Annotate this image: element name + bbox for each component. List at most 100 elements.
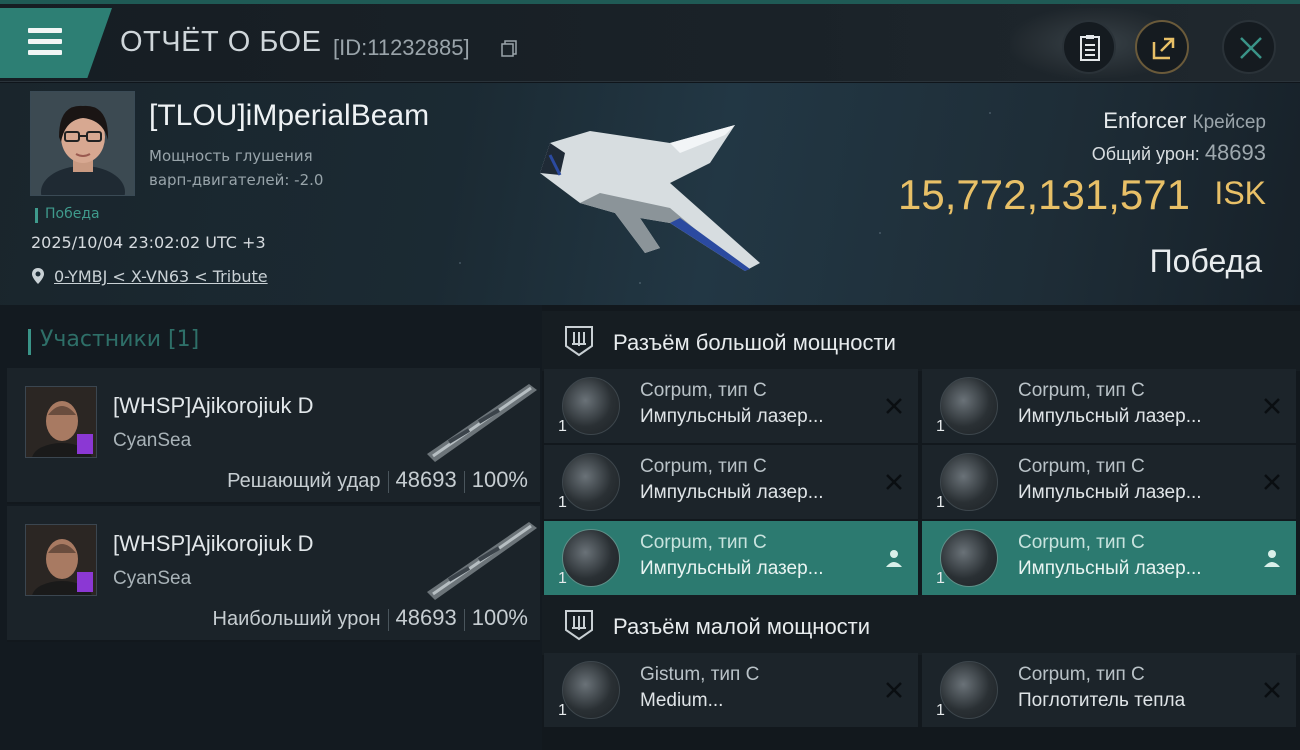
victim-stat-line1: Мощность глушения xyxy=(149,147,313,165)
module-slot[interactable]: 1 Corpum, тип C Импульсный лазер... xyxy=(544,521,918,595)
report-id: [ID:11232885] xyxy=(333,35,470,60)
stat-divider xyxy=(463,608,465,631)
module-icon xyxy=(562,529,620,587)
module-quantity: 1 xyxy=(936,418,945,435)
participant-row[interactable]: [WHSP]Ajikorojiuk D CyanSea Наибольший у… xyxy=(7,506,540,642)
module-name: Corpum, тип C xyxy=(1018,456,1145,477)
module-type: Medium... xyxy=(640,690,724,711)
status-bar xyxy=(35,208,38,223)
high-slot-header: Разъём большой мощности xyxy=(542,311,1300,371)
module-type: Импульсный лазер... xyxy=(640,482,824,503)
module-quantity: 1 xyxy=(558,494,567,511)
module-type: Импульсный лазер... xyxy=(640,406,824,427)
stat-divider xyxy=(387,470,389,493)
module-icon xyxy=(940,529,998,587)
module-quantity: 1 xyxy=(558,570,567,587)
module-slot[interactable]: 1 Corpum, тип C Импульсный лазер... xyxy=(544,369,918,443)
module-icon xyxy=(940,453,998,511)
module-icon xyxy=(562,377,620,435)
hamburger-icon xyxy=(28,28,62,33)
module-slot[interactable]: 1 Corpum, тип C Импульсный лазер... xyxy=(922,521,1296,595)
low-slot-icon xyxy=(565,610,593,641)
module-type: Импульсный лазер... xyxy=(1018,558,1202,579)
ship-name: Enforcer xyxy=(1103,108,1187,133)
participant-row[interactable]: [WHSP]Ajikorojiuk D CyanSea Решающий уда… xyxy=(7,368,540,504)
participant-damage: 48693 xyxy=(395,467,457,492)
module-name: Corpum, тип C xyxy=(1018,664,1145,685)
high-slot-title: Разъём большой мощности xyxy=(613,330,896,355)
ship-image xyxy=(540,125,760,271)
stat-divider xyxy=(463,470,465,493)
victim-banner: [TLOU]iMperialBeam Мощность глушения вар… xyxy=(0,83,1300,305)
location-pin-icon xyxy=(32,268,44,284)
status-badge: Победа xyxy=(33,206,100,223)
weapon-icon xyxy=(427,522,537,600)
stat-divider xyxy=(387,608,389,631)
clipboard-button[interactable] xyxy=(1062,20,1116,74)
module-name: Corpum, тип C xyxy=(640,456,767,477)
destroyed-icon xyxy=(886,682,902,698)
destroyed-icon xyxy=(1264,474,1280,490)
isk-unit: ISK xyxy=(1214,175,1266,211)
close-button[interactable] xyxy=(1222,20,1276,74)
high-slot-icon xyxy=(565,326,593,357)
participant-role: Наибольший урон xyxy=(212,608,381,630)
avatar[interactable] xyxy=(25,524,97,596)
module-name: Corpum, тип C xyxy=(640,380,767,401)
module-slot[interactable]: 1 Gistum, тип C Medium... xyxy=(544,653,918,727)
pilot-avatar xyxy=(31,92,134,195)
participant-corp: CyanSea xyxy=(113,430,192,451)
menu-button[interactable] xyxy=(0,8,112,78)
close-icon xyxy=(1240,37,1262,59)
copy-icon[interactable] xyxy=(500,39,518,57)
module-type: Импульсный лазер... xyxy=(640,558,824,579)
battle-datetime: 2025/10/04 23:02:02 UTC +3 xyxy=(31,233,266,252)
share-button[interactable] xyxy=(1135,20,1189,74)
module-slot[interactable]: 1 Corpum, тип C Импульсный лазер... xyxy=(544,445,918,519)
module-quantity: 1 xyxy=(558,702,567,719)
participant-damage: 48693 xyxy=(395,605,457,630)
module-quantity: 1 xyxy=(936,702,945,719)
avatar[interactable] xyxy=(25,386,97,458)
destroyed-icon xyxy=(886,398,902,414)
pilot-icon xyxy=(1264,550,1280,567)
ship-class: Крейсер xyxy=(1192,112,1266,133)
isk-value: 15,772,131,571 xyxy=(898,171,1190,218)
battle-result: Победа xyxy=(1149,243,1262,279)
victim-stat: Мощность глушения варп-двигателей: -2.0 xyxy=(149,144,409,192)
clipboard-icon xyxy=(1080,35,1100,61)
module-icon xyxy=(562,453,620,511)
module-name: Corpum, тип C xyxy=(1018,532,1145,553)
module-type: Импульсный лазер... xyxy=(1018,406,1202,427)
module-name: Corpum, тип C xyxy=(640,532,767,553)
weapon-icon xyxy=(427,384,537,462)
low-slot-title: Разъём малой мощности xyxy=(613,614,871,639)
destroyed-icon xyxy=(1264,398,1280,414)
victim-portrait[interactable] xyxy=(30,91,135,196)
destroyed-icon xyxy=(886,474,902,490)
module-icon xyxy=(562,661,620,719)
module-slot[interactable]: 1 Corpum, тип C Поглотитель тепла xyxy=(922,653,1296,727)
participant-name[interactable]: [WHSP]Ajikorojiuk D xyxy=(113,393,313,419)
total-damage: Общий урон: 48693 xyxy=(1092,140,1266,166)
module-icon xyxy=(940,661,998,719)
location-link[interactable]: 0-YMBJ < X-VN63 < Tribute xyxy=(54,267,268,286)
share-icon xyxy=(1152,37,1175,60)
participants-title-bar xyxy=(28,329,31,355)
module-slot[interactable]: 1 Corpum, тип C Импульсный лазер... xyxy=(922,369,1296,443)
low-slot-header: Разъём малой мощности xyxy=(542,595,1300,655)
hamburger-icon-bar xyxy=(28,50,62,55)
module-slot[interactable]: 1 Corpum, тип C Импульсный лазер... xyxy=(922,445,1296,519)
participant-name[interactable]: [WHSP]Ajikorojiuk D xyxy=(113,531,313,557)
total-damage-value: 48693 xyxy=(1204,140,1266,165)
module-quantity: 1 xyxy=(558,418,567,435)
participant-stats: Наибольший урон 48693 100% xyxy=(213,605,528,631)
faction-badge xyxy=(77,572,93,592)
pilot-icon xyxy=(886,550,902,567)
participant-role: Решающий удар xyxy=(227,470,381,492)
module-type: Импульсный лазер... xyxy=(1018,482,1202,503)
victim-pilot-name[interactable]: [TLOU]iMperialBeam xyxy=(149,99,429,133)
faction-badge xyxy=(77,434,93,454)
participants-title: Участники [1] xyxy=(28,327,199,355)
header-bar: ОТЧЁТ О БОЕ [ID:11232885] xyxy=(0,4,1300,82)
